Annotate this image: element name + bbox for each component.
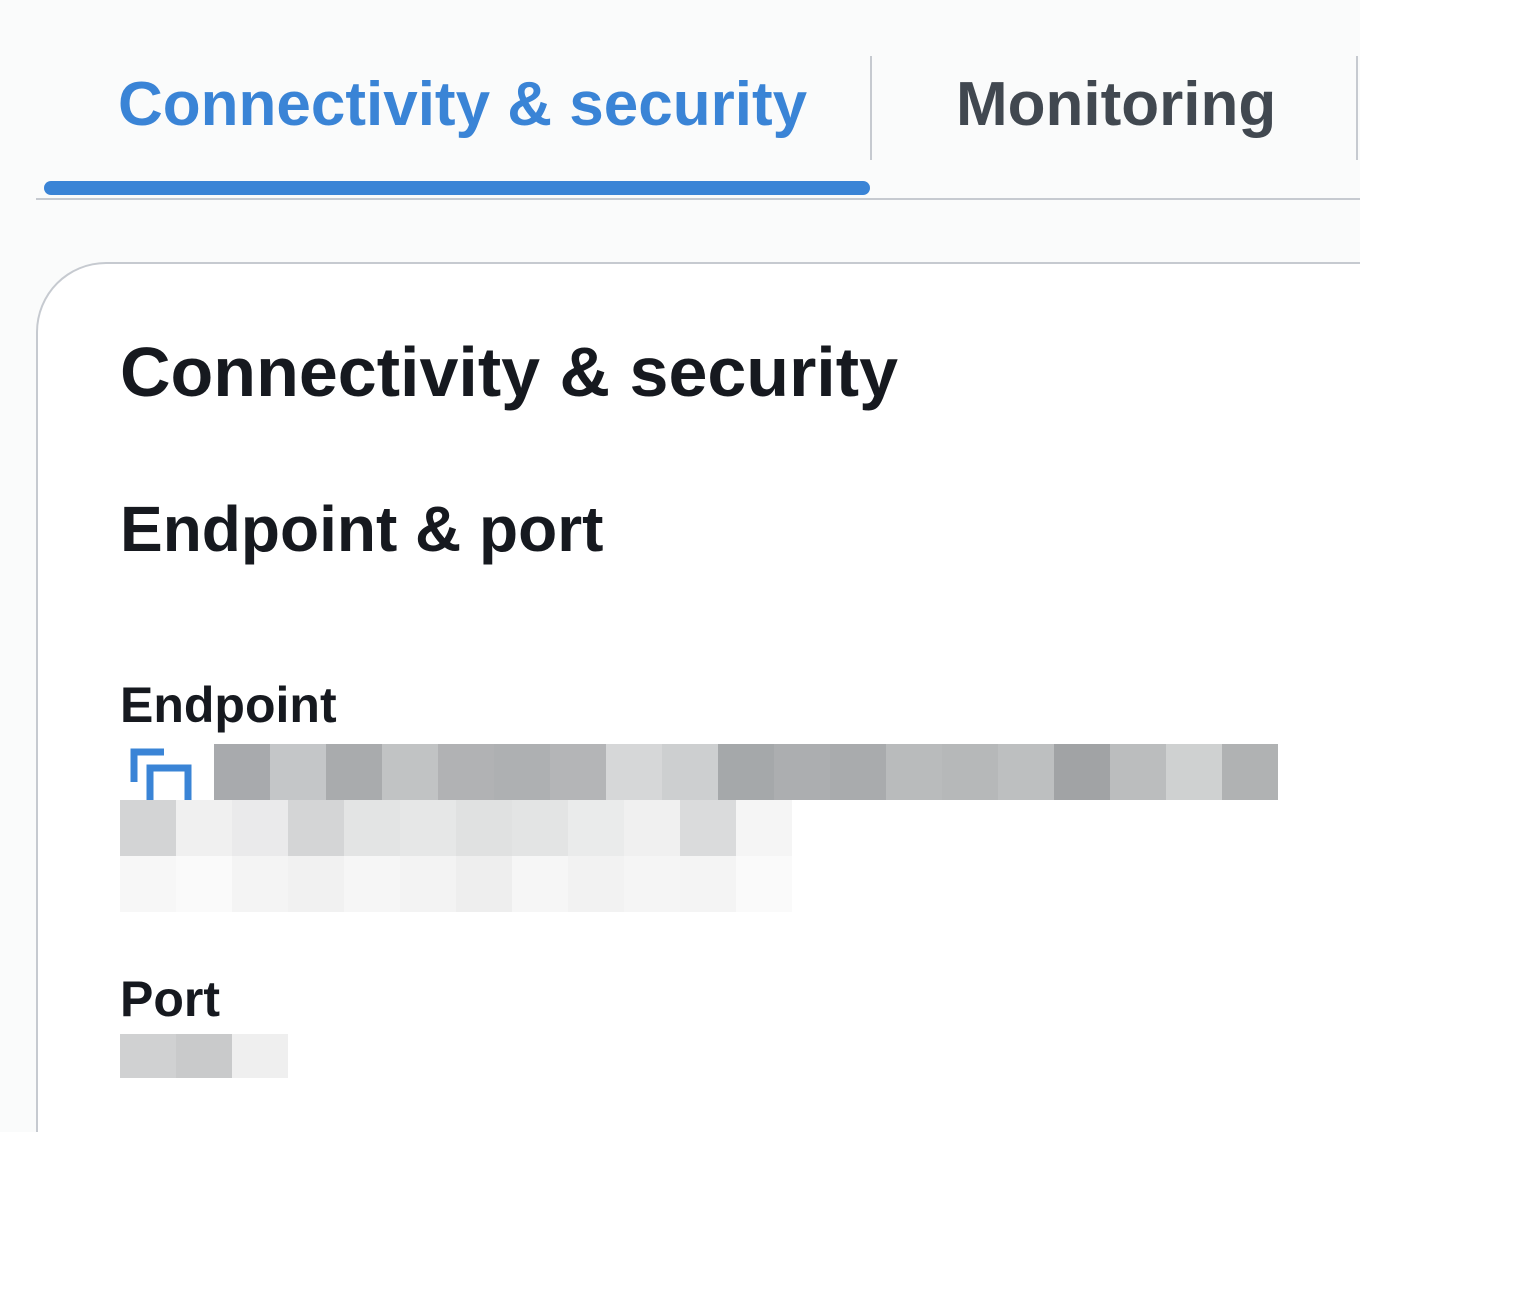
rds-details-page: Connectivity & security Monitoring Conne… — [0, 0, 1360, 1132]
tab-monitoring[interactable]: Monitoring — [956, 50, 1276, 160]
port-label: Port — [120, 971, 220, 1027]
section-title: Endpoint & port — [120, 493, 604, 565]
endpoint-value-redacted[interactable] — [120, 800, 792, 856]
endpoint-label: Endpoint — [120, 677, 337, 733]
active-tab-indicator — [44, 181, 870, 195]
panel-title: Connectivity & security — [120, 333, 898, 411]
endpoint-value-redacted[interactable] — [214, 744, 1278, 800]
connectivity-panel: Connectivity & security Endpoint & port … — [36, 262, 1360, 1132]
tab-divider — [1356, 56, 1358, 160]
tab-connectivity-security[interactable]: Connectivity & security — [118, 50, 807, 160]
tab-divider — [870, 56, 872, 160]
tab-bar: Connectivity & security Monitoring — [36, 0, 1360, 200]
endpoint-value-redacted[interactable] — [120, 856, 792, 912]
port-value-redacted — [120, 1034, 288, 1078]
